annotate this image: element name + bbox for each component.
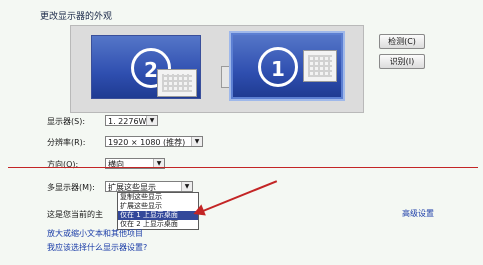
multi-display-select-value: 扩展这些显示 bbox=[108, 183, 156, 192]
info-text: 这是您当前的主 bbox=[47, 210, 103, 219]
display-preview: 2 1 bbox=[70, 25, 364, 113]
monitor-1-number: 1 bbox=[258, 47, 298, 87]
page-title: 更改显示器的外观 bbox=[40, 12, 113, 22]
display-settings-help-link[interactable]: 我应该选择什么显示器设置? bbox=[47, 242, 147, 253]
monitor-1[interactable]: 1 bbox=[231, 33, 343, 99]
monitor-1-screen-icon bbox=[303, 50, 337, 82]
identify-button[interactable]: 识别(I) bbox=[379, 54, 425, 69]
resolution-select-value: 1920 × 1080 (推荐) bbox=[108, 138, 186, 147]
multi-display-select[interactable]: 扩展这些显示 ▼ bbox=[105, 181, 193, 192]
chevron-down-icon: ▼ bbox=[146, 116, 157, 125]
chevron-down-icon: ▼ bbox=[191, 137, 202, 146]
monitor-2[interactable]: 2 bbox=[91, 35, 201, 99]
advanced-settings-link[interactable]: 高级设置 bbox=[402, 208, 434, 219]
display-label: 显示器(S): bbox=[47, 117, 86, 126]
multi-display-dropdown: 复制这些显示 扩展这些显示 仅在 1 上显示桌面 仅在 2 上显示桌面 bbox=[117, 192, 199, 230]
resolution-select[interactable]: 1920 × 1080 (推荐) ▼ bbox=[105, 136, 203, 147]
monitor-2-screen-icon bbox=[157, 69, 197, 97]
dropdown-option[interactable]: 复制这些显示 bbox=[118, 193, 198, 202]
multi-display-label: 多显示器(M): bbox=[47, 183, 95, 192]
display-select[interactable]: 1. 2276W ▼ bbox=[105, 115, 158, 126]
display-select-value: 1. 2276W bbox=[108, 117, 147, 126]
dropdown-option[interactable]: 扩展这些显示 bbox=[118, 202, 198, 211]
detect-button[interactable]: 检测(C) bbox=[379, 34, 425, 49]
chevron-down-icon: ▼ bbox=[181, 182, 192, 191]
orientation-label: 方向(O): bbox=[47, 160, 79, 169]
annotation-line bbox=[8, 167, 478, 168]
resolution-label: 分辨率(R): bbox=[47, 138, 86, 147]
annotation-arrow-line bbox=[197, 180, 278, 214]
dropdown-option-selected[interactable]: 仅在 1 上显示桌面 bbox=[118, 211, 198, 220]
enlarge-text-link[interactable]: 放大或缩小文本和其他项目 bbox=[47, 228, 143, 239]
